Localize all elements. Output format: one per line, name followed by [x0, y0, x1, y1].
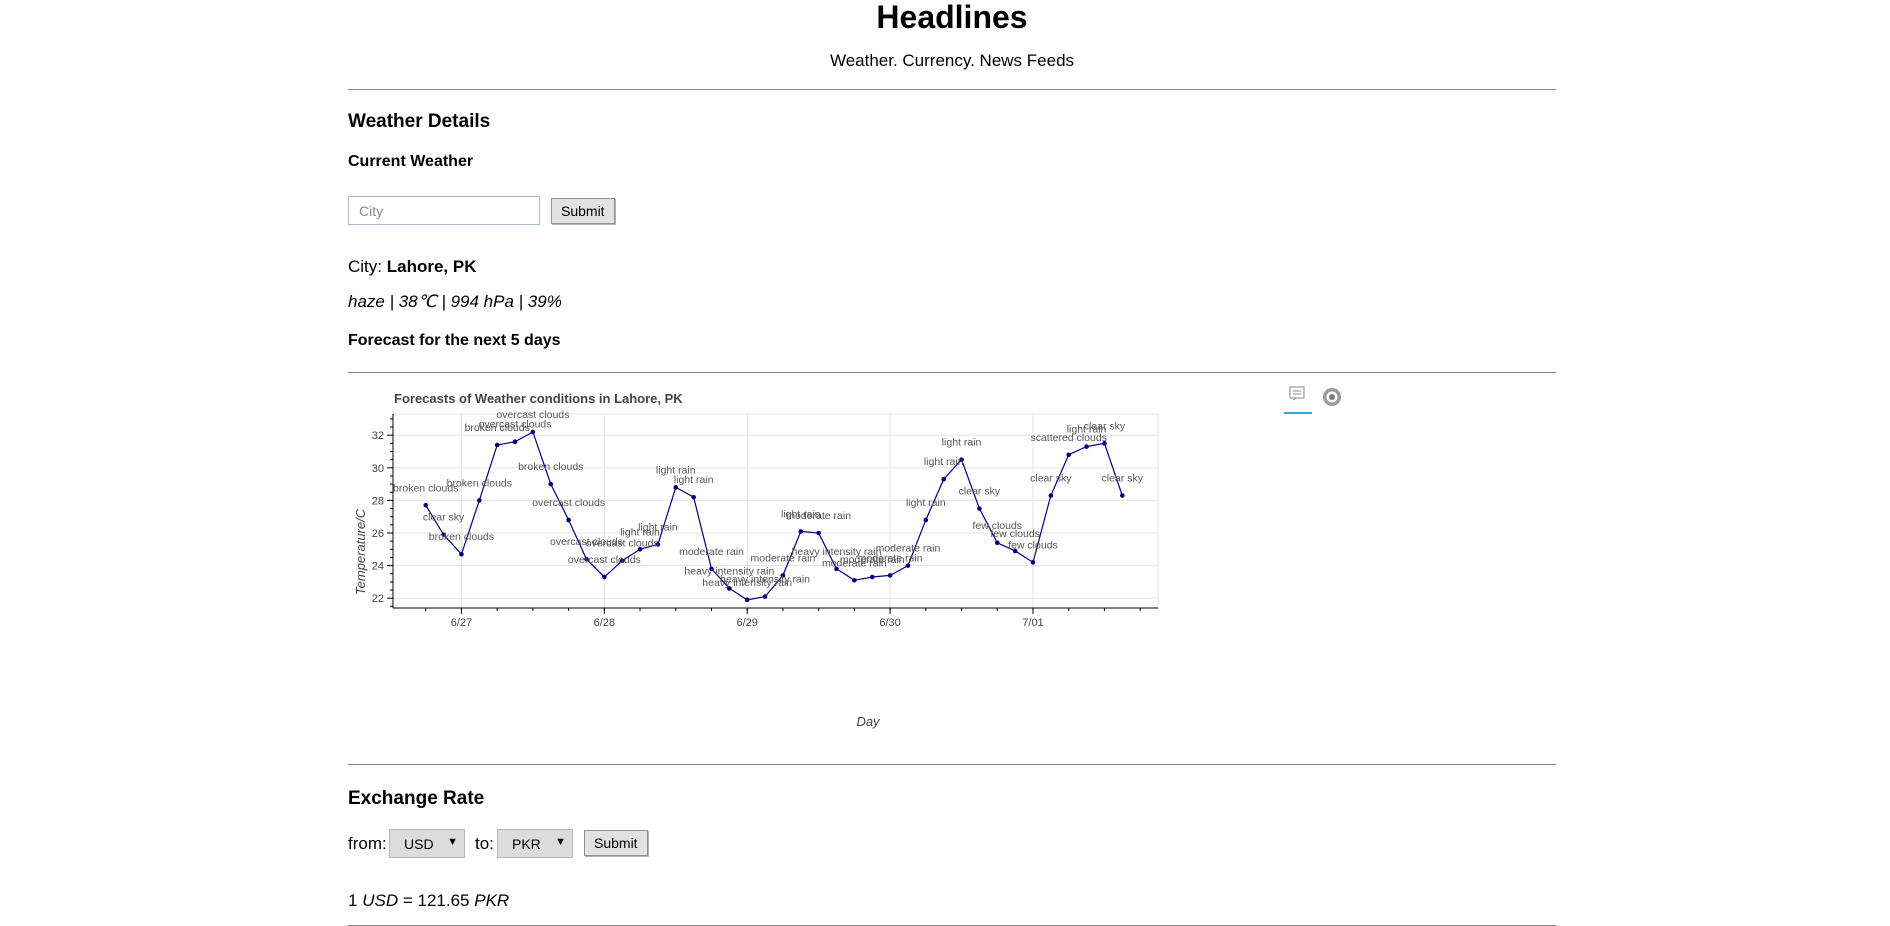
y-tick-label: 22	[372, 593, 384, 605]
city-label: City:	[348, 257, 382, 276]
x-tick-label: 6/29	[737, 617, 758, 629]
point-label: overcast clouds	[586, 538, 659, 550]
weather-section-title: Weather Details	[348, 111, 491, 132]
x-tick-label: 6/28	[594, 617, 615, 629]
point-label: clear sky	[959, 486, 1001, 498]
forecast-title: Forecast for the next 5 days	[348, 332, 561, 349]
data-point	[566, 517, 571, 523]
y-tick-label: 24	[372, 561, 384, 573]
chevron-down-icon: ▼	[555, 836, 566, 848]
data-point	[994, 540, 1000, 546]
to-label: to:	[475, 834, 494, 853]
point-label: overcast clouds	[568, 554, 641, 566]
point-label: broken clouds	[447, 477, 512, 489]
current-weather-title: Current Weather	[348, 153, 474, 170]
y-tick-label: 30	[372, 463, 384, 475]
point-label: few clouds	[990, 528, 1040, 540]
page-subtitle: Weather. Currency. News Feeds	[829, 51, 1075, 70]
page: Headlines Weather. Currency. News Feeds …	[0, 0, 1890, 926]
data-point	[477, 498, 482, 503]
point-label: light rain	[906, 497, 946, 509]
from-currency-select[interactable]: USD ▼	[389, 829, 465, 858]
page-title: Headlines	[876, 0, 1028, 35]
chart-title: Forecasts of Weather conditions in Lahor…	[394, 391, 683, 406]
point-label: broken clouds	[518, 461, 583, 473]
data-point	[816, 530, 821, 536]
x-axis-label: Day	[856, 714, 881, 729]
point-label: moderate rain	[786, 510, 851, 522]
hover-tool-active-indicator	[1284, 412, 1312, 414]
data-point	[1119, 493, 1125, 498]
data-point	[494, 442, 500, 448]
y-tick-label: 26	[372, 528, 384, 540]
x-tick-label: 6/30	[879, 617, 900, 629]
from-label: from:	[348, 834, 387, 853]
exchange-submit-button[interactable]: Submit	[584, 830, 648, 856]
data-point	[762, 594, 768, 599]
point-label: moderate rain	[876, 543, 941, 555]
y-tick-label: 32	[372, 430, 384, 442]
divider-forecast	[348, 372, 1556, 373]
data-point	[887, 573, 893, 578]
data-point	[602, 574, 607, 580]
result-to-currency: PKR	[474, 891, 510, 910]
city-line: City: Lahore, PK	[348, 257, 476, 277]
weather-summary: haze | 38℃ | 994 hPa | 39%	[348, 292, 562, 311]
data-point	[548, 481, 554, 487]
main-container: Headlines Weather. Currency. News Feeds	[348, 0, 1556, 71]
point-label: light rain	[942, 437, 982, 449]
point-label: clear sky	[1084, 420, 1126, 432]
chevron-down-icon: ▼	[447, 836, 458, 848]
data-point	[459, 551, 464, 557]
to-currency-select[interactable]: PKR ▼	[497, 829, 573, 858]
point-label: clear sky	[1102, 473, 1144, 485]
bokeh-logo-icon[interactable]	[1323, 388, 1341, 406]
point-label: light rain	[924, 456, 964, 468]
point-label: few clouds	[1008, 539, 1058, 551]
data-point	[977, 506, 982, 511]
data-point	[1084, 444, 1089, 449]
data-point	[744, 597, 750, 603]
point-label: moderate rain	[679, 546, 744, 558]
result-amount: 1	[348, 891, 358, 910]
result-equals: = 121.65	[402, 891, 470, 910]
data-point	[852, 577, 857, 583]
x-tick-label: 6/27	[451, 617, 472, 629]
point-label: broken clouds	[429, 531, 494, 543]
data-point	[1030, 560, 1036, 565]
weather-submit-button[interactable]: Submit	[551, 198, 615, 224]
point-label: light rain	[674, 474, 714, 486]
data-point	[923, 517, 929, 523]
data-point	[691, 494, 696, 500]
to-currency-value: PKR	[512, 836, 541, 852]
divider-header	[348, 89, 1556, 90]
data-point	[512, 439, 518, 445]
data-point	[798, 529, 804, 534]
data-point	[941, 476, 946, 482]
point-label: light rain	[638, 521, 678, 533]
city-input[interactable]	[348, 196, 540, 225]
point-label: heavy intensity rain	[720, 574, 810, 586]
forecast-chart: Forecasts of Weather conditions in Lahor…	[348, 374, 1358, 744]
city-value: Lahore, PK	[386, 257, 477, 276]
data-point	[423, 502, 429, 508]
point-label: overcast clouds	[532, 497, 605, 509]
point-label: clear sky	[1030, 473, 1072, 485]
exchange-section-title: Exchange Rate	[348, 788, 485, 809]
y-axis-label: Temperature/C	[353, 508, 368, 595]
y-tick-label: 28	[372, 495, 384, 507]
point-label: overcast clouds	[496, 409, 569, 421]
x-tick-label: 7/01	[1022, 617, 1043, 629]
divider-exchange	[348, 764, 1556, 765]
exchange-result: 1 USD = 121.65 PKR	[348, 891, 509, 911]
result-from-currency: USD	[362, 891, 399, 910]
data-point	[1066, 452, 1072, 458]
from-currency-value: USD	[404, 836, 434, 852]
point-label: clear sky	[423, 512, 465, 524]
data-point	[1048, 493, 1054, 498]
data-point	[869, 574, 875, 580]
